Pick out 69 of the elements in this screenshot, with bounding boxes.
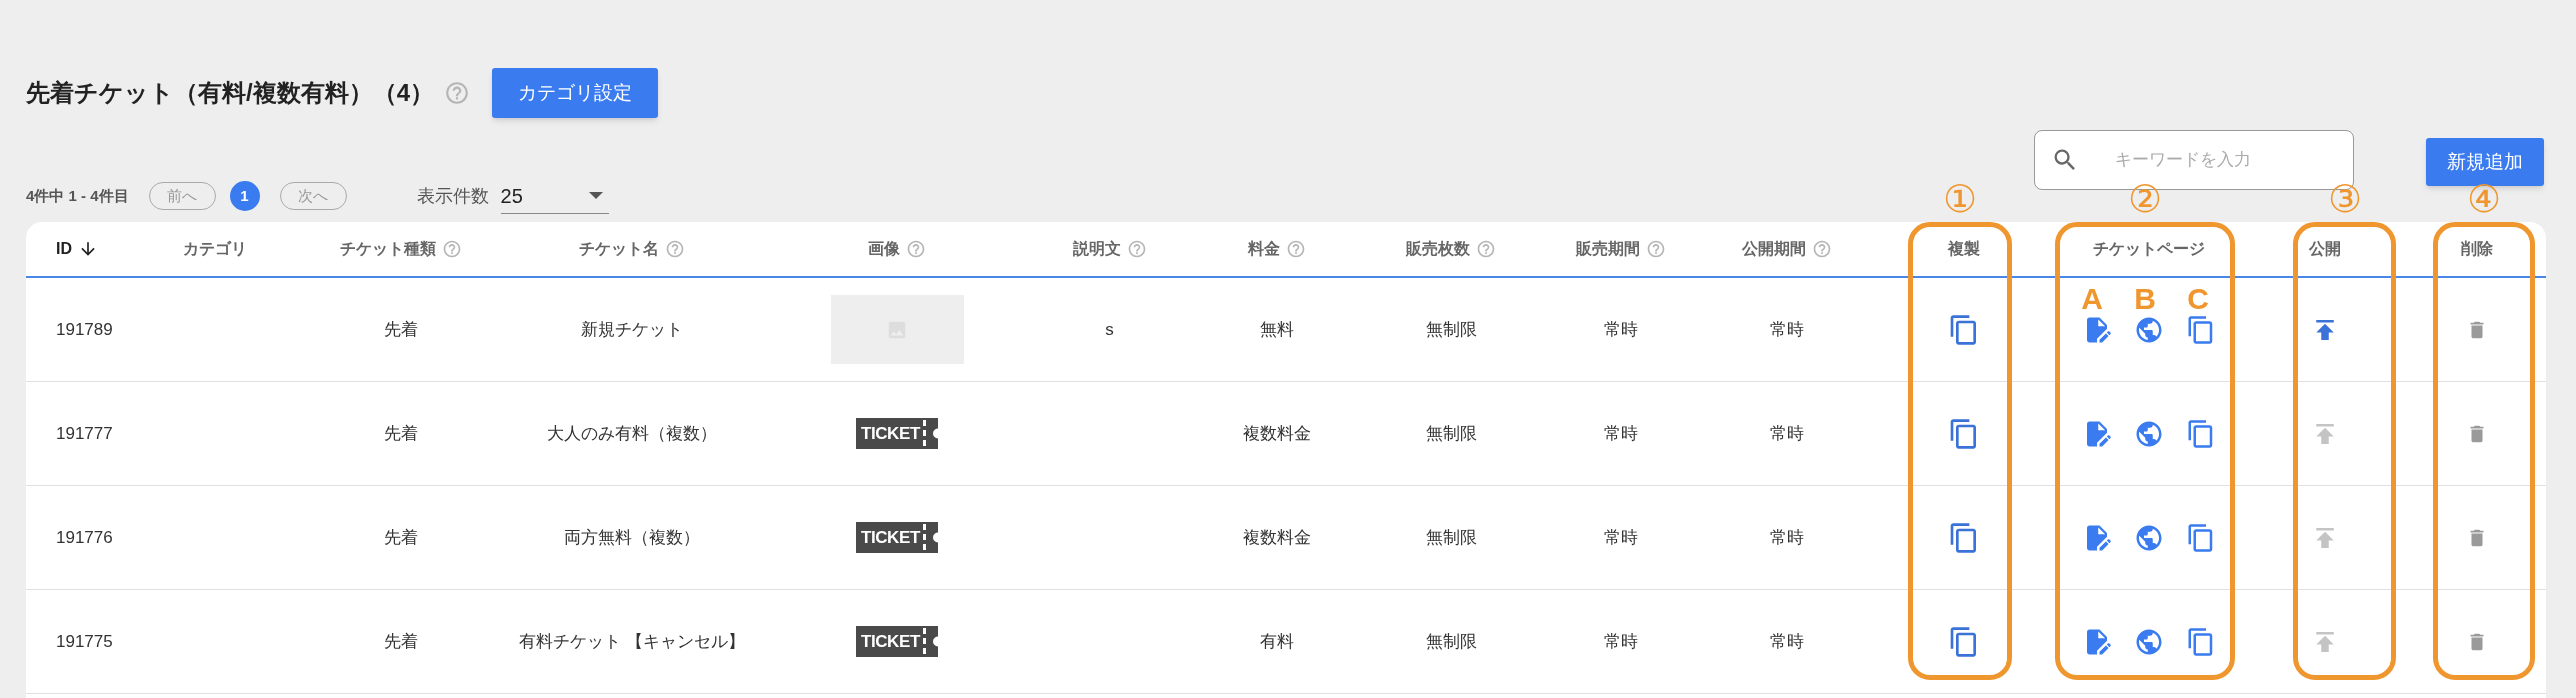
public-period-cell-text: 常時 bbox=[1770, 422, 1804, 445]
quantity-cell-text: 無制限 bbox=[1425, 318, 1477, 341]
column-header[interactable]: ID bbox=[56, 237, 98, 261]
sale-period-cell-text: 常時 bbox=[1604, 422, 1638, 445]
quantity-cell-text: 無制限 bbox=[1425, 526, 1477, 549]
column-header[interactable]: 公開 bbox=[2308, 237, 2341, 261]
type-cell-text: 先着 bbox=[384, 318, 418, 341]
help-icon[interactable] bbox=[1126, 239, 1147, 259]
category-settings-button[interactable]: カテゴリ設定 bbox=[492, 68, 658, 118]
dropdown-caret-icon bbox=[588, 192, 603, 199]
help-icon[interactable] bbox=[1286, 239, 1306, 259]
public-period-cell-text: 常時 bbox=[1770, 318, 1804, 341]
ticket-name-cell-text: 大人のみ有料（複数） bbox=[547, 422, 717, 445]
column-header[interactable]: 削除 bbox=[2460, 237, 2493, 261]
sale-period-cell-text: 常時 bbox=[1604, 318, 1638, 341]
ticket-label: TICKET bbox=[861, 529, 920, 546]
annotation-number: ① bbox=[1942, 180, 1978, 218]
column-header[interactable]: チケットページ bbox=[2092, 237, 2205, 261]
price-cell-text: 複数料金 bbox=[1243, 526, 1311, 549]
column-header[interactable]: 画像 bbox=[868, 237, 926, 261]
price-cell-text: 有料 bbox=[1260, 630, 1294, 653]
column-header[interactable]: 複製 bbox=[1947, 237, 1980, 261]
price-cell-text: 無料 bbox=[1260, 318, 1294, 341]
type-cell-text: 先着 bbox=[384, 526, 418, 549]
type-cell-text: 先着 bbox=[384, 422, 418, 445]
current-page-button[interactable]: 1 bbox=[229, 181, 260, 211]
column-header[interactable]: 公開期間 bbox=[1742, 237, 1832, 261]
type-cell-text: 先着 bbox=[384, 630, 418, 653]
annotation-letter: C bbox=[2186, 284, 2210, 314]
column-header[interactable]: チケット名 bbox=[579, 237, 685, 261]
price-cell-text: 複数料金 bbox=[1243, 422, 1311, 445]
public-period-cell-text: 常時 bbox=[1770, 630, 1804, 653]
public-period-cell-text: 常時 bbox=[1770, 526, 1804, 549]
column-header[interactable]: チケット種類 bbox=[340, 237, 462, 261]
help-icon[interactable] bbox=[1476, 239, 1496, 259]
column-header[interactable]: 説明文 bbox=[1072, 237, 1147, 261]
per-page-select[interactable]: 25 bbox=[500, 178, 609, 214]
help-icon[interactable] bbox=[906, 239, 926, 259]
ticket-name-cell-text: 両方無料（複数） bbox=[564, 526, 700, 549]
ticket-perforation-icon bbox=[920, 418, 938, 449]
ticket-label: TICKET bbox=[861, 633, 920, 650]
sale-period-cell-text: 常時 bbox=[1604, 630, 1638, 653]
column-header[interactable]: 販売枚数 bbox=[1406, 237, 1496, 261]
id-cell: 191776 bbox=[56, 527, 113, 547]
ticket-name-cell-text: 新規チケット bbox=[581, 318, 683, 341]
column-header[interactable]: 料金 bbox=[1248, 237, 1306, 261]
help-icon[interactable] bbox=[1812, 239, 1832, 259]
help-icon[interactable] bbox=[1646, 239, 1666, 259]
per-page-label: 表示件数 bbox=[416, 184, 489, 208]
column-header[interactable]: カテゴリ bbox=[183, 237, 247, 261]
description-cell-text: s bbox=[1105, 318, 1114, 341]
quantity-cell-text: 無制限 bbox=[1425, 422, 1477, 445]
help-icon[interactable] bbox=[442, 239, 462, 259]
ticket-label: TICKET bbox=[861, 425, 920, 442]
ticket-perforation-icon bbox=[920, 626, 938, 657]
sale-period-cell-text: 常時 bbox=[1604, 526, 1638, 549]
id-cell: 191777 bbox=[56, 423, 113, 443]
pagination-range: 4件中 1 - 4件目 bbox=[26, 185, 129, 206]
annotation-letter: B bbox=[2133, 284, 2157, 314]
ticket-perforation-icon bbox=[920, 522, 938, 553]
annotation-letter: A bbox=[2080, 284, 2104, 314]
column-header[interactable]: 販売期間 bbox=[1576, 237, 1666, 261]
id-cell: 191789 bbox=[56, 319, 113, 339]
search-input[interactable]: キーワードを入力 bbox=[2115, 147, 2337, 173]
help-icon[interactable] bbox=[665, 239, 685, 259]
ticket-name-cell-text: 有料チケット 【キャンセル】 bbox=[519, 630, 745, 653]
id-cell: 191775 bbox=[56, 631, 113, 651]
page-title: 先着チケット（有料/複数有料）（4） bbox=[26, 78, 434, 108]
quantity-cell-text: 無制限 bbox=[1425, 630, 1477, 653]
